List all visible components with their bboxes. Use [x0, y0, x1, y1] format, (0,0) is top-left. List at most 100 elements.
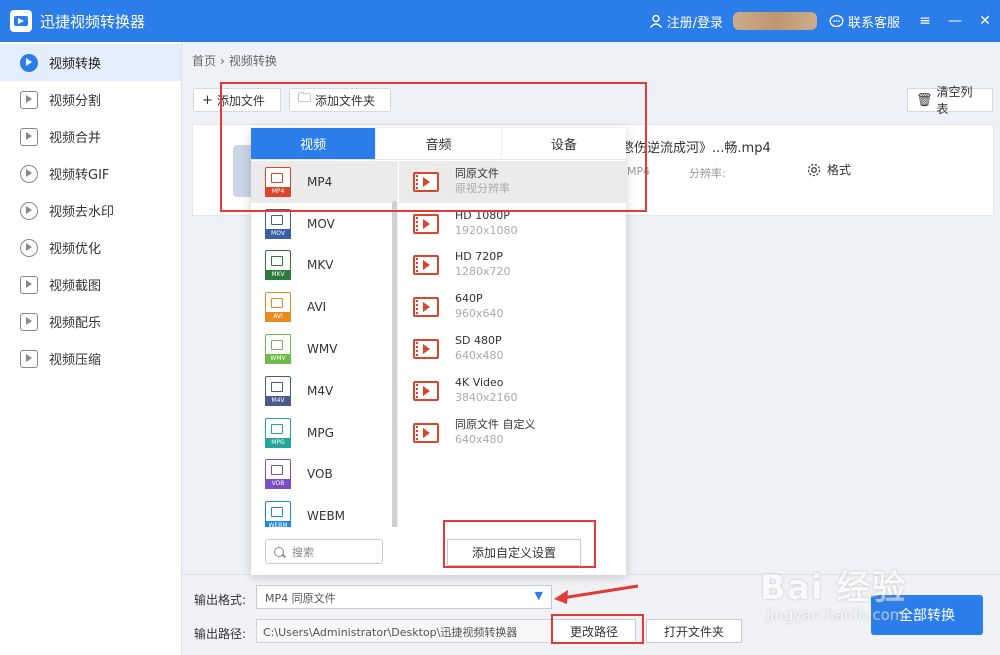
resolution-name: SD 480P — [455, 334, 502, 348]
resolution-name: HD 720P — [455, 250, 503, 264]
add-custom-settings-button[interactable]: 添加自定义设置 — [447, 539, 581, 566]
sidebar-item-split[interactable]: 视频分割 — [0, 81, 181, 118]
breadcrumb-separator: › — [220, 54, 225, 68]
change-path-button[interactable]: 更改路径 — [552, 619, 636, 643]
sidebar-item-music[interactable]: 视频配乐 — [0, 303, 181, 340]
output-format-value: MP4 同原文件 — [265, 592, 336, 605]
format-label: AVI — [307, 300, 327, 315]
output-format-select[interactable]: MP4 同原文件 ▼ — [256, 585, 552, 609]
format-item-vob[interactable]: VOB VOB — [251, 454, 397, 496]
format-item-avi[interactable]: AVI AVI — [251, 286, 397, 328]
tab-audio[interactable]: 音频 — [376, 128, 502, 159]
sidebar-item-optimize[interactable]: 视频优化 — [0, 229, 181, 266]
add-folder-button[interactable]: 🗀 添加文件夹 — [289, 88, 391, 112]
bottom-bar: 输出格式: MP4 同原文件 ▼ 输出路径: C:\Users\Administ… — [182, 574, 1000, 655]
watermark-icon — [20, 201, 38, 220]
sidebar-item-watermark[interactable]: 视频去水印 — [0, 192, 181, 229]
resolution-item[interactable]: 同原文件 自定义 640x480 — [399, 412, 626, 454]
resolution-item[interactable]: HD 720P 1280x720 — [399, 245, 626, 287]
format-item-webm[interactable]: WEBM WEBM — [251, 495, 397, 527]
resolution-dimensions: 640x480 — [455, 432, 504, 446]
breadcrumb-home[interactable]: 首页 — [192, 54, 216, 68]
film-icon — [413, 171, 439, 192]
customer-service-link[interactable]: 联系客服 — [829, 12, 900, 31]
close-button[interactable]: ✕ — [970, 0, 1000, 42]
format-label: MPG — [307, 425, 334, 440]
format-search-input[interactable]: 搜索 — [265, 539, 383, 564]
sidebar-item-label: 视频转换 — [49, 57, 102, 72]
minimize-button[interactable]: — — [940, 0, 970, 42]
add-file-button[interactable]: + 添加文件 — [193, 88, 281, 112]
open-folder-button[interactable]: 打开文件夹 — [646, 619, 742, 643]
menu-button[interactable]: ≡ — [910, 0, 940, 42]
breadcrumb-current: 视频转换 — [228, 54, 277, 68]
format-item-mov[interactable]: MOV MOV — [251, 203, 397, 245]
resolution-item[interactable]: 640P 960x640 — [399, 286, 626, 328]
resolution-item[interactable]: SD 480P 640x480 — [399, 328, 626, 370]
blurred-username — [732, 12, 817, 30]
format-label: MP4 — [307, 174, 333, 189]
chevron-down-icon: ▼ — [534, 589, 543, 602]
resolution-name: HD 1080P — [455, 208, 510, 222]
format-label: M4V — [307, 383, 334, 398]
app-logo-icon — [10, 10, 32, 32]
format-item-wmv[interactable]: WMV WMV — [251, 328, 397, 370]
music-icon — [20, 312, 38, 331]
film-icon — [413, 213, 439, 234]
format-list-scrollbar[interactable] — [392, 201, 397, 527]
resolution-item[interactable]: HD 1080P 1920x1080 — [399, 203, 626, 245]
output-path-label: 输出路径: — [194, 627, 247, 641]
format-item-mp4[interactable]: MP4 MP4 — [251, 161, 397, 203]
clear-list-label: 清空列表 — [936, 85, 973, 116]
sidebar-item-label: 视频合并 — [49, 131, 102, 146]
format-item-m4v[interactable]: M4V M4V — [251, 370, 397, 412]
app-title: 迅捷视频转换器 — [40, 12, 146, 31]
tab-video[interactable]: 视频 — [251, 128, 377, 159]
format-label: WEBM — [307, 509, 346, 524]
resolution-item[interactable]: 同原文件 原视分辨率 — [399, 161, 626, 203]
format-item-mkv[interactable]: MKV MKV — [251, 245, 397, 287]
wmv-file-icon: WMV — [265, 334, 291, 365]
file-format: MP4 — [627, 165, 651, 178]
sidebar-item-convert[interactable]: 视频转换 — [0, 44, 181, 81]
format-item-mpg[interactable]: MPG MPG — [251, 412, 397, 454]
gear-icon — [807, 163, 821, 176]
gif-icon — [20, 164, 38, 183]
sidebar-item-gif[interactable]: 视频转GIF — [0, 155, 181, 192]
mpg-file-icon: MPG — [265, 417, 291, 448]
convert-all-button[interactable]: 全部转换 — [871, 595, 983, 635]
sidebar-item-label: 视频去水印 — [49, 205, 115, 220]
convert-icon — [20, 53, 38, 72]
sidebar-item-label: 视频截图 — [49, 279, 102, 294]
film-icon — [413, 297, 439, 318]
file-name: 愍伤逆流成河》...畅.mp4 — [621, 141, 771, 156]
format-popup: 视频 音频 设备 MP4 MP4 MOV MOV MKV MKV AVI AVI WMV… — [251, 128, 626, 575]
sidebar-item-label: 视频转GIF — [49, 168, 110, 183]
sidebar-item-label: 视频优化 — [49, 242, 102, 257]
folder-icon: 🗀 — [298, 91, 312, 106]
resolution-dimensions: 1920x1080 — [455, 223, 518, 237]
resolution-list: 同原文件 原视分辨率 HD 1080P 1920x1080 HD 720P 1280x… — [399, 161, 626, 454]
title-bar: 迅捷视频转换器 注册/登录 联系客服 ≡ — ✕ — [0, 0, 1000, 42]
sidebar-item-screenshot[interactable]: 视频截图 — [0, 266, 181, 303]
add-file-label: 添加文件 — [216, 93, 265, 108]
user-icon — [649, 14, 662, 28]
tab-device[interactable]: 设备 — [502, 128, 626, 159]
clear-list-button[interactable]: 🗑 清空列表 — [907, 85, 993, 116]
resolution-item[interactable]: 4K Video 3840x2160 — [399, 370, 626, 412]
sidebar-item-compress[interactable]: 视频压缩 — [0, 340, 181, 377]
resolution-name: 640P — [455, 292, 483, 306]
resolution-dimensions: 640x480 — [455, 349, 504, 363]
output-path-field[interactable]: C:\Users\Administrator\Desktop\迅捷视频转换器 — [256, 619, 552, 643]
format-list: MP4 MP4 MOV MOV MKV MKV AVI AVI WMV WMV M4V M4… — [251, 161, 398, 527]
sidebar-item-merge[interactable]: 视频合并 — [0, 118, 181, 155]
login-link[interactable]: 注册/登录 — [649, 12, 723, 31]
format-settings-button[interactable]: 格式 — [807, 161, 851, 178]
compress-icon — [20, 349, 38, 368]
merge-icon — [20, 127, 38, 146]
optimize-icon — [20, 238, 38, 257]
film-icon — [413, 339, 439, 360]
mkv-file-icon: MKV — [265, 250, 291, 281]
format-tabs: 视频 音频 设备 — [251, 128, 626, 160]
split-icon — [20, 90, 38, 109]
